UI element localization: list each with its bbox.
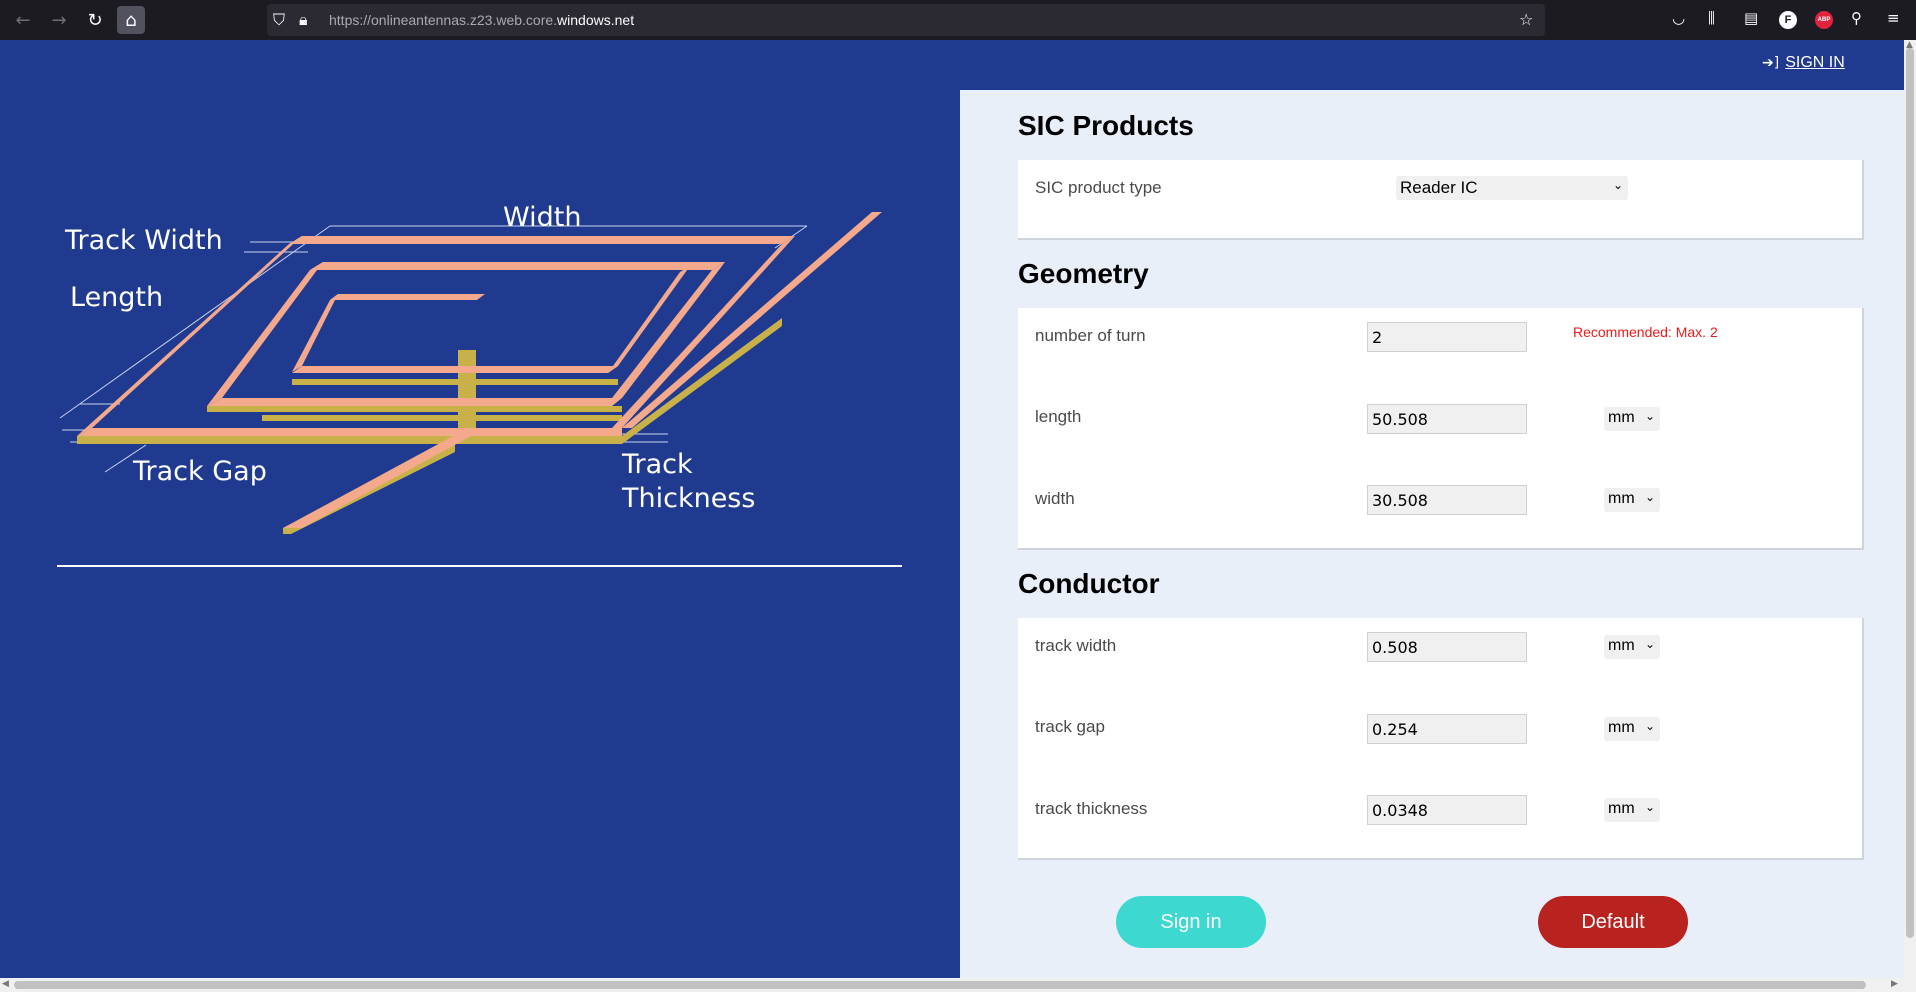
chevron-down-icon: ⌄ [1612, 178, 1623, 192]
hamburger-menu-icon[interactable]: ≡ [1887, 9, 1900, 27]
parameter-panel: SIC Products SIC product type Reader IC ⌄… [960, 90, 1904, 978]
signin-button[interactable]: Sign in [1116, 896, 1266, 948]
scroll-left-icon[interactable]: ◀ [2, 979, 9, 989]
conductor-section-title: Conductor [1018, 568, 1160, 599]
track-width-label: track width [1035, 636, 1117, 655]
length-label: Length [70, 282, 163, 313]
turns-hint: Recommended: Max. 2 [1573, 324, 1718, 340]
header-signin-link[interactable]: ➔] SIGN IN [1762, 54, 1845, 72]
conductor-card: track width 0.508 mm ⌄ track gap 0.254 mm… [1018, 618, 1864, 860]
turns-input[interactable]: 2 [1367, 322, 1527, 352]
track-gap-input[interactable]: 0.254 [1367, 714, 1527, 744]
width-label: width [1035, 489, 1075, 508]
width-unit-select[interactable]: mm ⌄ [1604, 488, 1660, 512]
product-type-select[interactable]: Reader IC ⌄ [1396, 176, 1628, 200]
track-label: Track [621, 449, 693, 480]
track-gap-label: Track Gap [132, 456, 267, 487]
chevron-down-icon: ⌄ [1644, 409, 1655, 423]
geometry-section-title: Geometry [1018, 258, 1149, 289]
geometry-card: number of turn 2 Recommended: Max. 2 len… [1018, 308, 1864, 550]
sic-section-title: SIC Products [1018, 110, 1194, 141]
scroll-right-icon[interactable]: ▶ [1891, 979, 1898, 989]
page: ➔] SIGN IN Track Width Width Length Trac… [0, 40, 1904, 978]
length-input[interactable]: 50.508 [1367, 404, 1527, 434]
address-bar[interactable]: ⛉ 🔒︎ https://onlineantennas.z23.web.core… [267, 4, 1545, 36]
track-width-unit-select[interactable]: mm ⌄ [1604, 635, 1660, 659]
track-gap-unit-select[interactable]: mm ⌄ [1604, 717, 1660, 741]
track-thickness-unit-select[interactable]: mm ⌄ [1604, 798, 1660, 822]
turns-label: number of turn [1035, 326, 1146, 345]
home-icon[interactable]: ⌂ [117, 6, 145, 34]
url-text[interactable]: https://onlineantennas.z23.web.core.wind… [329, 12, 634, 28]
length-label: length [1035, 407, 1082, 426]
browser-toolbar: ← → ↻ ⌂ ⛉ 🔒︎ https://onlineantennas.z23.… [0, 0, 1916, 40]
chevron-down-icon: ⌄ [1644, 719, 1655, 733]
vertical-scroll-thumb[interactable] [1906, 48, 1914, 938]
product-type-label: SIC product type [1035, 178, 1162, 197]
vertical-scrollbar[interactable]: ▲ [1904, 40, 1916, 978]
width-input[interactable]: 30.508 [1367, 485, 1527, 515]
default-button[interactable]: Default [1538, 896, 1688, 948]
track-width-input[interactable]: 0.508 [1367, 632, 1527, 662]
track-gap-label: track gap [1035, 717, 1105, 736]
track-thickness-label: track thickness [1035, 799, 1148, 818]
sic-card: SIC product type Reader IC ⌄ [1018, 160, 1864, 240]
horizontal-scrollbar[interactable]: ◀ ▶ [0, 978, 1916, 992]
extensions-icon[interactable]: ⚲ [1851, 9, 1862, 27]
shield-icon[interactable]: ⛉ [273, 10, 285, 30]
abp-icon[interactable]: ABP [1815, 11, 1833, 29]
track-thickness-input[interactable]: 0.0348 [1367, 795, 1527, 825]
reader-view-icon[interactable]: ▤ [1744, 9, 1758, 27]
coil-diagram: Track Width Width Length Track Gap Track… [59, 202, 882, 534]
width-label: Width [503, 202, 581, 233]
lock-icon[interactable]: 🔒︎ [299, 10, 308, 30]
library-icon[interactable]: ⫼ [1708, 9, 1715, 27]
chevron-down-icon: ⌄ [1644, 490, 1655, 504]
chevron-down-icon: ⌄ [1644, 637, 1655, 651]
sign-in-icon: ➔] [1762, 55, 1780, 71]
divider [57, 565, 902, 567]
arrow-left-icon[interactable]: ← [9, 6, 37, 34]
track-width-label: Track Width [64, 225, 223, 256]
thickness-label: Thickness [621, 483, 755, 514]
chevron-down-icon: ⌄ [1644, 800, 1655, 814]
profile-icon[interactable]: F [1779, 11, 1797, 29]
length-unit-select[interactable]: mm ⌄ [1604, 407, 1660, 431]
star-icon[interactable]: ☆ [1519, 10, 1533, 29]
arrow-right-icon[interactable]: → [45, 6, 73, 34]
reload-icon[interactable]: ↻ [81, 6, 109, 34]
pocket-icon[interactable]: ◡ [1672, 9, 1685, 27]
horizontal-scroll-thumb[interactable] [14, 981, 1866, 989]
